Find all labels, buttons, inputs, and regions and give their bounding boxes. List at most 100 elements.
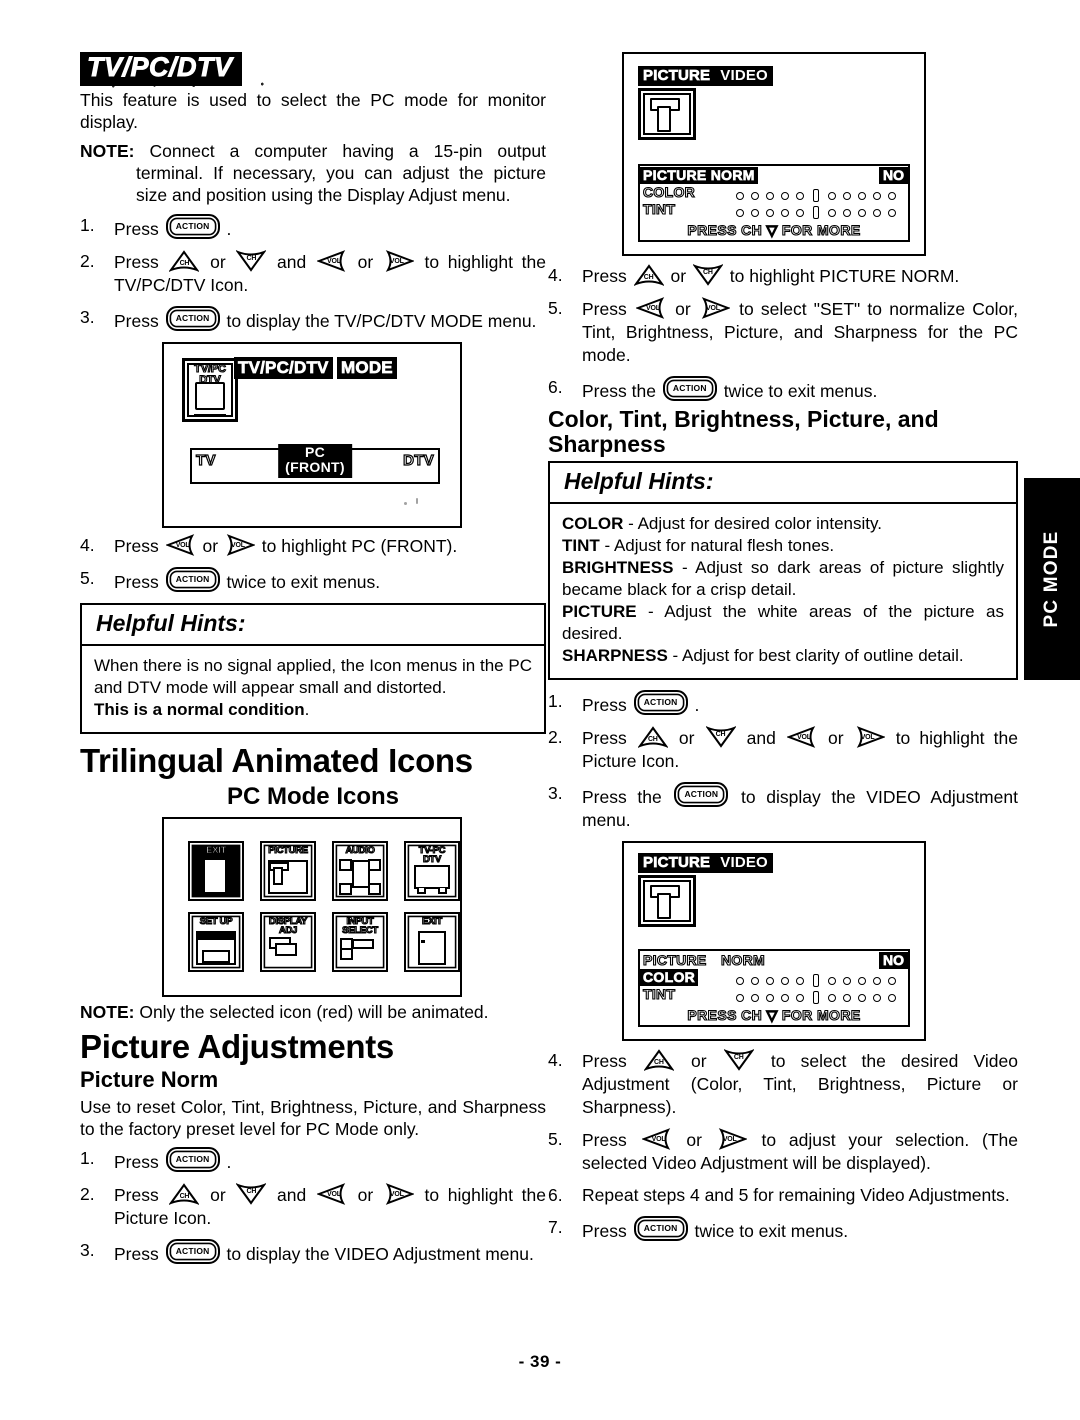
volume-down-key-icon[interactable]: VOL — [786, 726, 817, 748]
channel-down-key-icon[interactable]: CH — [236, 1183, 267, 1206]
channel-down-key-icon[interactable]: CH — [723, 1049, 754, 1071]
action-key-icon[interactable]: ACTION — [633, 690, 688, 715]
step-number: 4. — [548, 265, 563, 285]
step-text: Press the ACTION twice to exit menus. — [582, 376, 1018, 403]
selector-option-pc-front[interactable]: PC (FRONT) — [278, 444, 352, 478]
hint-definition: Adjust for desired color intensity. — [637, 514, 882, 533]
step-pre: Press — [582, 1051, 627, 1071]
scan-speck — [416, 498, 418, 504]
icon-input-select[interactable]: INPUT SELECT — [332, 912, 388, 973]
manual-page: TV/PC/DTV This feature is used to select… — [0, 0, 1080, 1420]
action-key-icon[interactable]: ACTION — [633, 1216, 688, 1241]
action-key-icon[interactable]: ACTION — [165, 567, 220, 592]
channel-down-key-icon[interactable]: CH — [705, 726, 736, 748]
pc-mode-icon-grid: EXIT PICTURE AUDIO TV-PC DTV SET UP DISP… — [188, 841, 460, 973]
step-pre: Press — [582, 1130, 627, 1150]
step-item: 1. Press ACTION . — [548, 690, 1018, 717]
icon-exit-door[interactable]: EXIT — [404, 912, 460, 973]
icon-set-up[interactable]: SET UP — [188, 912, 244, 973]
step-post: . — [694, 695, 700, 715]
tint-slider[interactable] — [736, 991, 896, 1004]
volume-down-key-icon[interactable]: VOL — [641, 1128, 672, 1150]
volume-up-key-icon[interactable]: VOL — [700, 297, 730, 319]
step-item: 4. Press CH or CH to highlight PICTURE N… — [548, 264, 1018, 288]
step-text: Press ACTION . — [114, 214, 546, 241]
step-number: 4. — [548, 1050, 563, 1070]
action-key-icon[interactable]: ACTION — [165, 306, 220, 331]
step-pre: Press — [582, 695, 627, 715]
step-text: Press ACTION . — [114, 1147, 546, 1174]
osd-tab-picture[interactable]: PICTURE — [638, 853, 716, 873]
osd-row-color[interactable]: COLOR — [640, 969, 908, 987]
selector-option-tv[interactable]: TV — [195, 451, 216, 469]
icon-tv-pc-dtv[interactable]: TV-PC DTV — [404, 841, 460, 902]
hint-term: PICTURE — [562, 602, 637, 621]
volume-up-key-icon[interactable]: VOL — [717, 1128, 747, 1150]
action-key-icon[interactable]: ACTION — [165, 1239, 220, 1265]
volume-down-key-icon[interactable]: VOL — [316, 1183, 347, 1206]
picture-menu-icon[interactable] — [638, 88, 696, 140]
step-text: Press ACTION to display the VIDEO Adjust… — [114, 1239, 546, 1266]
step-text: Press VOL or VOL to highlight PC (FRONT)… — [114, 534, 458, 556]
osd-row-tint[interactable]: TINT — [640, 200, 908, 219]
osd-row-picture-norm[interactable]: PICTURE NORM NO — [640, 167, 908, 184]
hint-term: TINT — [562, 536, 600, 555]
osd-tab-video[interactable]: VIDEO — [715, 853, 773, 873]
volume-down-key-icon[interactable]: VOL — [165, 534, 196, 556]
osd-row-picture-norm[interactable]: PICTURE NORM NO — [640, 951, 908, 969]
osd-label-picture: PICTURE — [642, 951, 707, 968]
step-number: 6. — [548, 377, 563, 397]
osd-footer-hint: PRESS CH ▽ FOR MORE — [687, 1006, 861, 1023]
step-text: Press VOL or VOL to select "SET" to norm… — [582, 297, 1018, 365]
icon-audio[interactable]: AUDIO — [332, 841, 388, 902]
section-banner: TV/PC/DTV — [80, 52, 546, 89]
action-key-icon[interactable]: ACTION — [165, 214, 220, 239]
osd-value-no: NO — [879, 952, 908, 969]
tint-slider[interactable] — [736, 206, 896, 219]
action-key-icon[interactable]: ACTION — [674, 782, 729, 807]
step-text: Press CH or CH to select the desired Vid… — [582, 1049, 1018, 1117]
hint-item: PICTURE - Adjust the white areas of the … — [562, 601, 1004, 645]
osd-row-tint[interactable]: TINT — [640, 985, 908, 1004]
icon-note-text: Only the selected icon (red) will be ani… — [139, 1001, 489, 1022]
channel-up-key-icon[interactable]: CH — [169, 250, 200, 272]
tvpcdtv-menu-icon[interactable]: TV/PC DTV — [182, 358, 238, 422]
hint-definition: Adjust for best clarity of outline detai… — [681, 646, 964, 665]
channel-up-key-icon[interactable]: CH — [643, 1049, 674, 1071]
mode-selector-bar[interactable]: TV PC (FRONT) DTV — [190, 444, 440, 484]
channel-down-key-icon[interactable]: CH — [236, 250, 267, 272]
step-pre: Press the — [582, 381, 656, 401]
volume-up-key-icon[interactable]: VOL — [225, 534, 255, 556]
heading-trilingual-animated-icons: Trilingual Animated Icons — [80, 742, 473, 779]
icon-display-adj[interactable]: DISPLAY ADJ — [260, 912, 316, 973]
volume-down-key-icon[interactable]: VOL — [316, 250, 347, 272]
step-number: 7. — [548, 1217, 563, 1237]
action-key-icon[interactable]: ACTION — [165, 1147, 220, 1173]
picture-menu-icon[interactable] — [638, 875, 696, 927]
channel-up-key-icon[interactable]: CH — [633, 264, 664, 286]
icon-exit-selected[interactable]: EXIT — [188, 841, 244, 902]
channel-up-key-icon[interactable]: CH — [169, 1183, 200, 1206]
channel-up-key-icon[interactable]: CH — [637, 726, 668, 748]
step-post: twice to exit menus. — [226, 572, 381, 592]
osd-tab-video[interactable]: VIDEO — [715, 66, 773, 86]
icon-label: SET UP — [199, 916, 233, 928]
action-key-icon[interactable]: ACTION — [662, 376, 717, 401]
step-number: 6. — [548, 1185, 563, 1205]
volume-up-key-icon[interactable]: VOL — [855, 726, 885, 748]
step-number: 4. — [80, 535, 95, 555]
input-select-icon-art — [340, 938, 380, 965]
volume-down-key-icon[interactable]: VOL — [635, 297, 666, 319]
channel-down-key-icon[interactable]: CH — [692, 264, 723, 286]
icon-picture[interactable]: PICTURE — [260, 841, 316, 902]
volume-up-key-icon[interactable]: VOL — [384, 1183, 414, 1206]
volume-up-key-icon[interactable]: VOL — [384, 250, 414, 272]
step-item: 3. Press ACTION to display the TV/PC/DTV… — [80, 306, 546, 333]
step-item: 5. Press ACTION twice to exit menus. — [80, 567, 546, 594]
osd-footer-hint: PRESS CH ▽ FOR MORE — [687, 221, 861, 238]
step-text: Press CH or CH and VOL or VOL to highlig… — [114, 250, 546, 295]
osd-row-color[interactable]: COLOR — [640, 183, 908, 202]
osd-tab-picture[interactable]: PICTURE — [638, 66, 716, 86]
selector-option-dtv[interactable]: DTV — [402, 451, 434, 469]
step-number: 3. — [80, 307, 95, 327]
